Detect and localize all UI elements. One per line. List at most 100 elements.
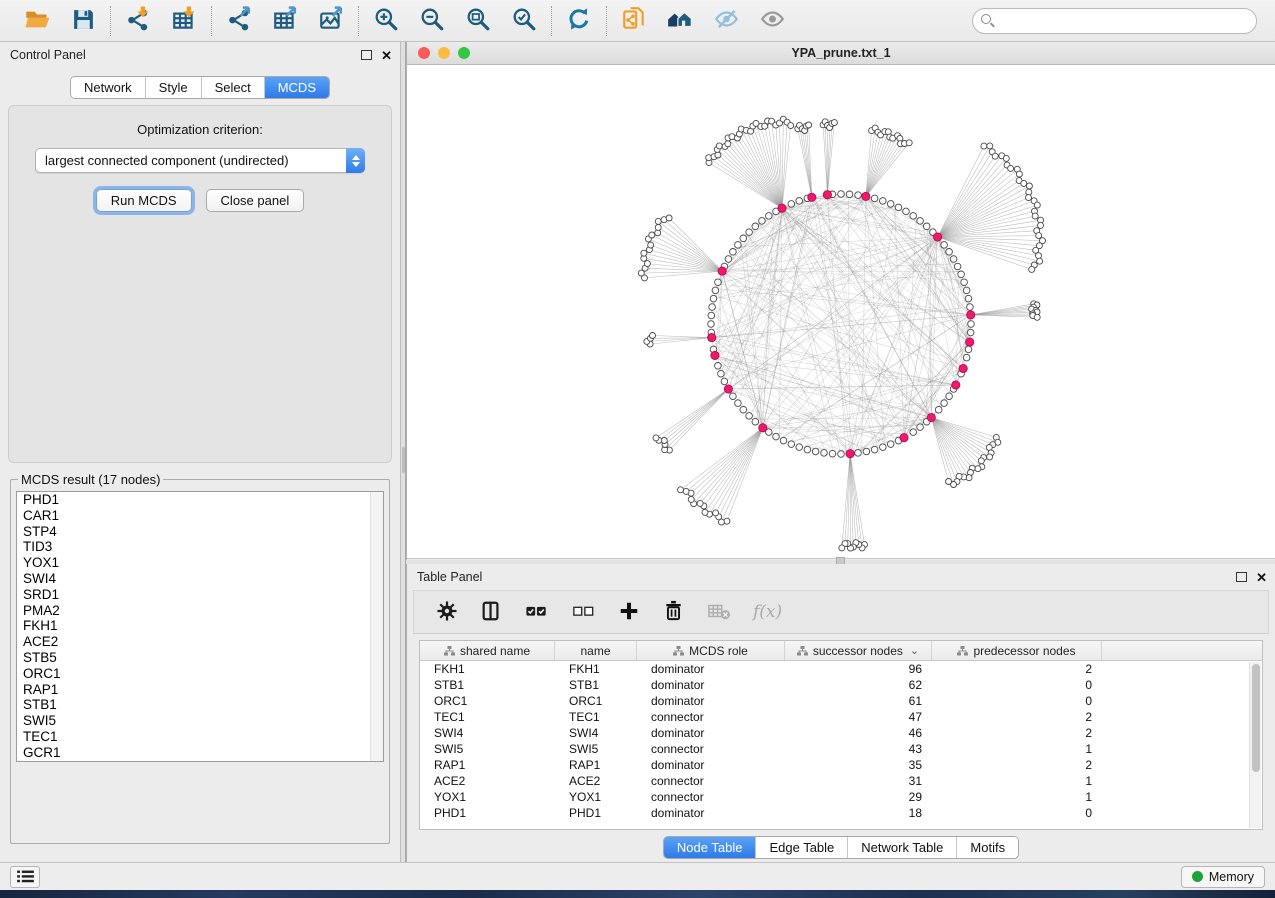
- table-row[interactable]: SWI5SWI5connector431: [420, 741, 1262, 757]
- cell-name: SWI4: [555, 725, 637, 741]
- task-history-button[interactable]: [10, 866, 40, 888]
- import-network-button[interactable]: [124, 7, 152, 35]
- right-zone: YPA_prune.txt_1 Table Panel ✕ f(x) share…: [406, 42, 1275, 862]
- control-panel-title: Control Panel: [10, 48, 86, 62]
- mcds-result-item[interactable]: STB5: [17, 650, 383, 666]
- table-row[interactable]: FKH1FKH1dominator962: [420, 661, 1262, 677]
- mcds-result-item[interactable]: TID3: [17, 539, 383, 555]
- split-column-button[interactable]: [480, 600, 502, 625]
- open-file-button[interactable]: [23, 7, 51, 35]
- column-header-MCDS-role[interactable]: MCDS role: [637, 641, 785, 660]
- first-neighbors-button[interactable]: [666, 7, 694, 35]
- table-row[interactable]: PHD1PHD1dominator180: [420, 805, 1262, 821]
- network-titlebar: YPA_prune.txt_1: [407, 42, 1275, 65]
- table-row[interactable]: ORC1ORC1dominator610: [420, 693, 1262, 709]
- criterion-dropdown[interactable]: largest connected component (undirected): [35, 148, 365, 173]
- table-row[interactable]: TEC1TEC1connector472: [420, 709, 1262, 725]
- zoom-in-button[interactable]: [372, 7, 400, 35]
- cell-predecessors: 1: [932, 741, 1102, 757]
- zoom-out-icon: [419, 6, 445, 35]
- tab-motifs[interactable]: Motifs: [956, 837, 1018, 858]
- close-panel-button[interactable]: Close panel: [206, 189, 305, 212]
- mcds-result-item[interactable]: YOX1: [17, 555, 383, 571]
- close-panel-icon[interactable]: ✕: [381, 49, 392, 62]
- cell-successors: 29: [785, 789, 932, 805]
- hide-selected-button[interactable]: [712, 7, 740, 35]
- optimization-criterion-label: Optimization criterion:: [137, 122, 263, 137]
- zoom-fit-button[interactable]: [464, 7, 492, 35]
- refresh-view-button[interactable]: [565, 7, 593, 35]
- deselect-all-rows-icon: [571, 600, 596, 625]
- mcds-result-item[interactable]: SWI4: [17, 571, 383, 587]
- duplicate-network-button[interactable]: [620, 7, 648, 35]
- table-row[interactable]: ACE2ACE2connector311: [420, 773, 1262, 789]
- mcds-result-item[interactable]: STB1: [17, 697, 383, 713]
- table-row[interactable]: SWI4SWI4dominator462: [420, 725, 1262, 741]
- mcds-result-item[interactable]: PMA2: [17, 603, 383, 619]
- network-graph: [407, 65, 1274, 559]
- run-mcds-button[interactable]: Run MCDS: [96, 189, 192, 212]
- export-table-button[interactable]: [271, 7, 299, 35]
- mcds-result-item[interactable]: TEC1: [17, 729, 383, 745]
- tab-select[interactable]: Select: [201, 77, 264, 98]
- tab-network-table[interactable]: Network Table: [847, 837, 956, 858]
- cell-name: YOX1: [555, 789, 637, 805]
- tab-style[interactable]: Style: [145, 77, 201, 98]
- cell-empty: [1102, 661, 1262, 677]
- cell-successors: 61: [785, 693, 932, 709]
- mcds-list-scrollbar[interactable]: [370, 492, 383, 761]
- mcds-result-item[interactable]: SRD1: [17, 587, 383, 603]
- show-all-button[interactable]: [758, 7, 786, 35]
- tab-mcds[interactable]: MCDS: [264, 77, 329, 98]
- add-column-button[interactable]: [618, 600, 640, 625]
- zoom-selected-button[interactable]: [510, 7, 538, 35]
- zoom-out-button[interactable]: [418, 7, 446, 35]
- export-image-button[interactable]: [317, 7, 345, 35]
- float-panel-icon[interactable]: [361, 50, 372, 60]
- cell-predecessors: 0: [932, 805, 1102, 821]
- export-network-button[interactable]: [225, 7, 253, 35]
- import-table-button[interactable]: [170, 7, 198, 35]
- column-label: successor nodes: [813, 644, 903, 658]
- zoom-in-icon: [373, 6, 399, 35]
- tab-node-table[interactable]: Node Table: [664, 837, 756, 858]
- column-header-name[interactable]: name: [555, 641, 637, 660]
- mcds-result-list[interactable]: PHD1CAR1STP4TID3YOX1SWI4SRD1PMA2FKH1ACE2…: [16, 491, 384, 762]
- mcds-result-item[interactable]: RAP1: [17, 682, 383, 698]
- save-session-button[interactable]: [69, 7, 97, 35]
- mcds-result-item[interactable]: PHD1: [17, 492, 383, 508]
- cell-name: STB1: [555, 677, 637, 693]
- mcds-result-item[interactable]: GCR1: [17, 745, 383, 761]
- mcds-result-item[interactable]: ACE2: [17, 634, 383, 650]
- deselect-all-rows-button[interactable]: [571, 600, 596, 625]
- close-panel-icon[interactable]: ✕: [1256, 571, 1267, 584]
- split-column-icon: [480, 600, 502, 625]
- delete-column-button[interactable]: [662, 599, 685, 625]
- cell-predecessors: 0: [932, 693, 1102, 709]
- table-scrollbar[interactable]: [1249, 662, 1261, 828]
- table-tabs: Node TableEdge TableNetwork TableMotifs: [407, 836, 1275, 859]
- table-settings-button[interactable]: [436, 600, 458, 625]
- tab-network[interactable]: Network: [71, 77, 145, 98]
- column-header-successor-nodes[interactable]: successor nodes⌄: [785, 641, 932, 660]
- column-header-predecessor-nodes[interactable]: predecessor nodes: [932, 641, 1102, 660]
- search-input[interactable]: [972, 8, 1257, 34]
- memory-button[interactable]: Memory: [1181, 866, 1265, 888]
- mcds-result-item[interactable]: FKH1: [17, 618, 383, 634]
- mcds-result-item[interactable]: SWI5: [17, 713, 383, 729]
- list-icon: [17, 870, 34, 883]
- select-all-rows-button[interactable]: [524, 600, 549, 625]
- table-scrollbar-thumb[interactable]: [1252, 664, 1260, 772]
- mcds-result-item[interactable]: STP4: [17, 524, 383, 540]
- mcds-result-item[interactable]: CAR1: [17, 508, 383, 524]
- float-panel-icon[interactable]: [1236, 572, 1247, 582]
- tab-edge-table[interactable]: Edge Table: [755, 837, 847, 858]
- cell-successors: 96: [785, 661, 932, 677]
- cell-shared_name: ACE2: [420, 773, 555, 789]
- table-row[interactable]: YOX1YOX1connector291: [420, 789, 1262, 805]
- mcds-result-item[interactable]: ORC1: [17, 666, 383, 682]
- column-header-shared-name[interactable]: shared name: [420, 641, 555, 660]
- table-row[interactable]: RAP1RAP1dominator352: [420, 757, 1262, 773]
- network-canvas[interactable]: [407, 65, 1275, 559]
- table-row[interactable]: STB1STB1dominator620: [420, 677, 1262, 693]
